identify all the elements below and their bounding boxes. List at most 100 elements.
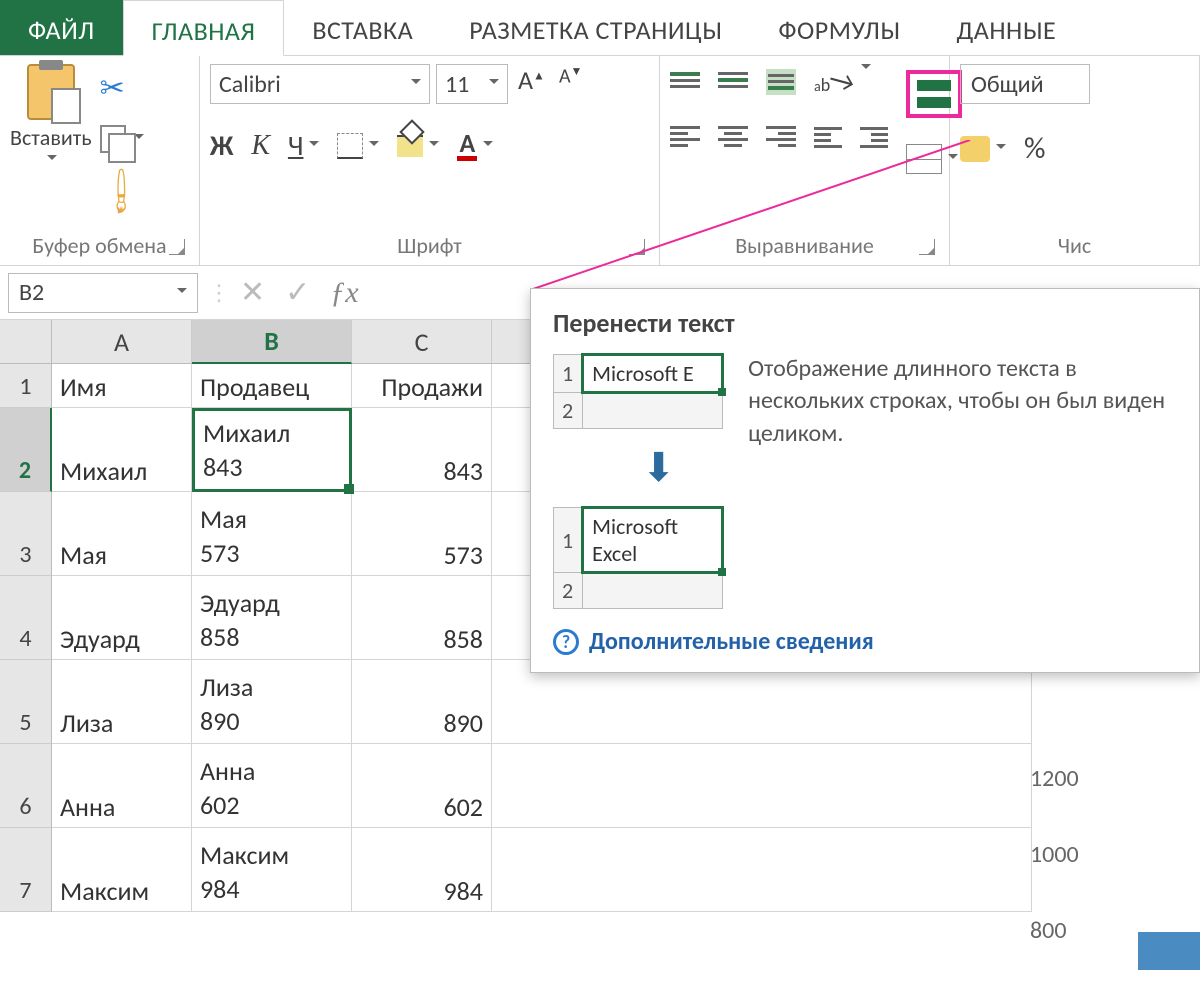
row-header[interactable]: 7: [0, 828, 52, 912]
col-header-b[interactable]: B: [192, 320, 352, 364]
decrease-indent-button[interactable]: [814, 124, 842, 148]
borders-button[interactable]: [337, 133, 379, 159]
tab-formulas[interactable]: ФОРМУЛЫ: [750, 0, 928, 55]
chart-bar: [1138, 932, 1200, 970]
tab-page-layout[interactable]: РАЗМЕТКА СТРАНИЦЫ: [441, 0, 750, 55]
group-alignment: ab↗ Выравнивание: [660, 56, 950, 265]
fill-color-button[interactable]: [397, 135, 439, 157]
orientation-button[interactable]: ab↗: [814, 64, 871, 99]
cell[interactable]: Максим 984: [192, 828, 352, 912]
bold-button[interactable]: Ж: [210, 128, 233, 163]
row-header[interactable]: 3: [0, 492, 52, 576]
tooltip-description: Отображение длинного текста в нескольких…: [748, 353, 1177, 609]
cell[interactable]: Михаил 843: [192, 408, 352, 492]
chart-partial: 1200 1000 800: [1000, 740, 1200, 968]
fill-icon: [397, 135, 423, 157]
decrease-font-button[interactable]: A▼: [555, 64, 586, 104]
cut-button[interactable]: ✂: [100, 70, 144, 107]
cell[interactable]: Лиза 890: [192, 660, 352, 744]
tooltip-help-link[interactable]: ? Дополнительные сведения: [553, 627, 1177, 656]
percent-button[interactable]: %: [1024, 130, 1045, 167]
fx-button[interactable]: ƒx: [330, 276, 358, 310]
help-icon: ?: [553, 629, 579, 655]
group-font: Calibri 11 A▲ A▼ Ж К Ч А Шрифт: [200, 56, 660, 265]
currency-button[interactable]: [960, 136, 1006, 162]
wrap-text-icon: [917, 80, 951, 108]
col-header-a[interactable]: A: [52, 320, 192, 364]
copy-button[interactable]: [100, 125, 144, 153]
cell[interactable]: Продажи: [352, 364, 492, 408]
align-right-button[interactable]: [766, 123, 796, 149]
cell[interactable]: Эдуард 858: [192, 576, 352, 660]
align-middle-button[interactable]: [718, 69, 748, 95]
cell[interactable]: 984: [352, 828, 492, 912]
italic-button[interactable]: К: [251, 130, 270, 162]
cell[interactable]: Михаил: [52, 408, 192, 492]
font-dialog-launcher[interactable]: [629, 239, 645, 255]
group-number: Общий % Чис: [950, 56, 1200, 265]
cell[interactable]: 573: [352, 492, 492, 576]
cancel-formula-button[interactable]: ✕: [240, 274, 265, 311]
cell[interactable]: [492, 744, 1032, 828]
tab-home[interactable]: ГЛАВНАЯ: [123, 0, 285, 56]
paste-icon: [27, 64, 75, 120]
col-header-c[interactable]: C: [352, 320, 492, 364]
align-top-button[interactable]: [670, 69, 700, 95]
group-label-clipboard: Буфер обмена: [32, 232, 166, 259]
enter-formula-button[interactable]: ✓: [285, 274, 310, 311]
cell[interactable]: Анна 602: [192, 744, 352, 828]
wrap-text-tooltip: Перенести текст 1Microsoft E2 ⬇ 1Microso…: [530, 288, 1200, 673]
tab-data[interactable]: ДАННЫЕ: [929, 0, 1085, 55]
row-headers: 1234567: [0, 320, 52, 912]
cell[interactable]: [492, 828, 1032, 912]
paste-dropdown-caret[interactable]: [47, 155, 57, 165]
cell[interactable]: 602: [352, 744, 492, 828]
cell[interactable]: 890: [352, 660, 492, 744]
align-left-button[interactable]: [670, 123, 700, 149]
tooltip-title: Перенести текст: [553, 307, 1177, 339]
select-all-corner[interactable]: [0, 320, 52, 364]
row-header[interactable]: 2: [0, 408, 52, 492]
group-label-font: Шрифт: [397, 232, 462, 259]
cell[interactable]: Мая: [52, 492, 192, 576]
row-header[interactable]: 1: [0, 364, 52, 408]
align-bottom-button[interactable]: [766, 69, 796, 95]
font-color-button[interactable]: А: [457, 130, 493, 161]
paste-button[interactable]: Вставить: [10, 64, 92, 226]
row-header[interactable]: 4: [0, 576, 52, 660]
copy-icon: [100, 125, 126, 153]
cell[interactable]: Максим: [52, 828, 192, 912]
align-center-button[interactable]: [718, 123, 748, 149]
alignment-dialog-launcher[interactable]: [919, 239, 935, 255]
cell[interactable]: Мая 573: [192, 492, 352, 576]
cell[interactable]: Анна: [52, 744, 192, 828]
cell[interactable]: Эдуард: [52, 576, 192, 660]
cell[interactable]: Имя: [52, 364, 192, 408]
cell[interactable]: 858: [352, 576, 492, 660]
cell[interactable]: 843: [352, 408, 492, 492]
cell[interactable]: Продавец: [192, 364, 352, 408]
group-clipboard: Вставить ✂ 🖌 Буфер обмена: [0, 56, 200, 265]
underline-button[interactable]: Ч: [288, 128, 320, 163]
name-box[interactable]: B2: [8, 273, 198, 313]
tab-insert[interactable]: ВСТАВКА: [284, 0, 441, 55]
clipboard-dialog-launcher[interactable]: [169, 239, 185, 255]
row-header[interactable]: 6: [0, 744, 52, 828]
cell[interactable]: Лиза: [52, 660, 192, 744]
group-label-alignment: Выравнивание: [735, 232, 874, 259]
tab-file[interactable]: ФАЙЛ: [0, 0, 123, 55]
currency-icon: [960, 136, 990, 162]
format-painter-button[interactable]: 🖌: [92, 161, 151, 220]
paste-label: Вставить: [10, 124, 92, 151]
chart-tick: 1200: [1000, 740, 1200, 816]
row-header[interactable]: 5: [0, 660, 52, 744]
chart-tick: 1000: [1000, 816, 1200, 892]
font-size-select[interactable]: 11: [436, 64, 508, 104]
font-color-icon: А: [457, 130, 477, 161]
increase-indent-button[interactable]: [860, 124, 888, 148]
increase-font-button[interactable]: A▲: [514, 64, 549, 104]
tooltip-illustration: 1Microsoft E2 ⬇ 1Microsoft Excel2: [553, 353, 724, 609]
font-name-select[interactable]: Calibri: [210, 64, 430, 104]
number-format-select[interactable]: Общий: [960, 64, 1090, 104]
group-label-number: Чис: [1058, 232, 1091, 259]
